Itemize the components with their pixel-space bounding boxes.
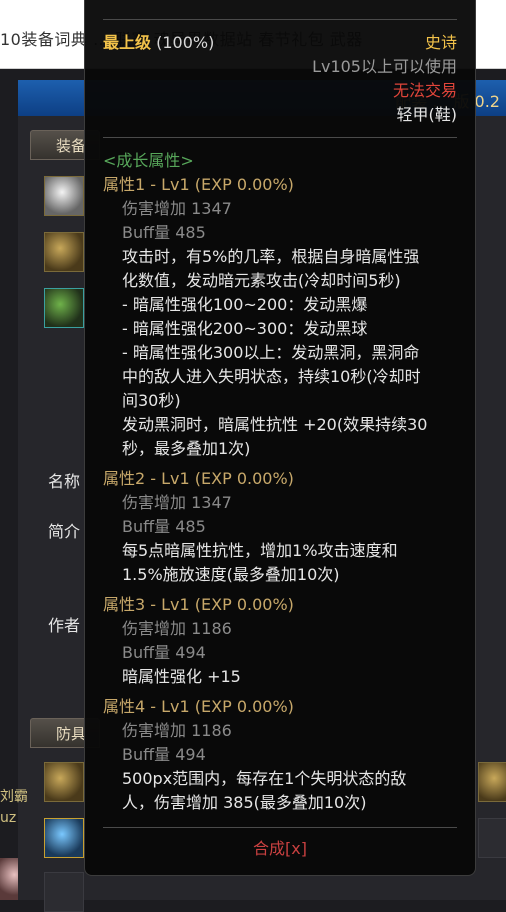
attribute-desc-line: 1.5%施放速度(最多叠加10次) bbox=[122, 565, 340, 584]
rarity-row: 最上级 (100%) 史诗 bbox=[103, 31, 457, 55]
growth-header: <成长属性> bbox=[103, 151, 194, 170]
trade-row: 无法交易 bbox=[103, 79, 457, 103]
form-label-author: 作者 bbox=[48, 616, 81, 635]
form-label-intro: 简介 bbox=[48, 522, 81, 541]
rarity-percent: (100%) bbox=[156, 33, 215, 52]
character-portrait bbox=[0, 858, 18, 900]
attribute-title: 属性4 - Lv1 (EXP 0.00%) bbox=[103, 697, 294, 716]
equip-slot-1[interactable] bbox=[44, 176, 84, 216]
armor-slot-1[interactable] bbox=[44, 762, 84, 802]
form-label-name: 名称 bbox=[48, 472, 81, 491]
attribute-buff: Buff量 485 bbox=[122, 517, 206, 536]
attribute-3: 属性3 - Lv1 (EXP 0.00%) 伤害增加 1186 Buff量 49… bbox=[103, 593, 457, 689]
slot-type: 轻甲(鞋) bbox=[396, 105, 458, 124]
attribute-damage: 伤害增加 1347 bbox=[122, 493, 232, 512]
attribute-desc-line: - 暗属性强化200~300：发动黑球 bbox=[122, 319, 368, 338]
left-fragment-1: 刘霸 bbox=[0, 789, 28, 805]
attribute-desc-line: 暗属性强化 +15 bbox=[122, 667, 241, 686]
equip-slot-2[interactable] bbox=[44, 232, 84, 272]
slot-type-row: 轻甲(鞋) bbox=[103, 103, 458, 127]
attribute-buff: Buff量 485 bbox=[122, 223, 206, 242]
item-tooltip: 最上级 (100%) 史诗 Lv105以上可以使用 无法交易 轻甲(鞋) <成长… bbox=[84, 0, 476, 876]
synthesis-link[interactable]: 合成[x] bbox=[85, 837, 475, 861]
divider bbox=[103, 137, 457, 138]
attribute-desc-line: - 暗属性强化100~200：发动黑爆 bbox=[122, 295, 368, 314]
left-fragment-2: uz bbox=[0, 810, 17, 826]
attribute-buff: Buff量 494 bbox=[122, 643, 206, 662]
attribute-title: 属性3 - Lv1 (EXP 0.00%) bbox=[103, 595, 294, 614]
attribute-desc-line: 攻击时，有5%的几率，根据自身暗属性强 bbox=[122, 247, 420, 266]
attribute-desc-line: - 暗属性强化300以上：发动黑洞，黑洞命 bbox=[122, 343, 420, 362]
attribute-desc-line: 每5点暗属性抗性，增加1%攻击速度和 bbox=[122, 541, 398, 560]
rarity-label: 史诗 bbox=[424, 33, 457, 52]
attribute-title: 属性2 - Lv1 (EXP 0.00%) bbox=[103, 469, 294, 488]
armor-slot-3[interactable] bbox=[44, 872, 84, 912]
level-row: Lv105以上可以使用 bbox=[103, 55, 457, 79]
attribute-1: 属性1 - Lv1 (EXP 0.00%) 伤害增加 1347 Buff量 48… bbox=[103, 173, 457, 461]
trade-status: 无法交易 bbox=[392, 81, 457, 100]
attribute-desc-line: 发动黑洞时，暗属性抗性 +20(效果持续30 bbox=[122, 415, 428, 434]
rarity-text: 最上级 bbox=[103, 33, 152, 52]
equip-slot-3[interactable] bbox=[44, 288, 84, 328]
attribute-damage: 伤害增加 1186 bbox=[122, 619, 232, 638]
attribute-title: 属性1 - Lv1 (EXP 0.00%) bbox=[103, 175, 294, 194]
level-requirement: Lv105以上可以使用 bbox=[312, 57, 457, 76]
attribute-desc-line: 秒，最多叠加1次) bbox=[122, 439, 251, 458]
armor-slot-2[interactable] bbox=[44, 818, 84, 858]
attribute-desc-line: 人，伤害增加 385(最多叠加10次) bbox=[122, 793, 367, 812]
attribute-desc-line: 间30秒) bbox=[122, 391, 181, 410]
attribute-desc-line: 500px范围内，每存在1个失明状态的敌 bbox=[122, 769, 407, 788]
attribute-damage: 伤害增加 1347 bbox=[122, 199, 232, 218]
divider bbox=[103, 827, 457, 828]
armor-slot-right-2[interactable] bbox=[478, 818, 506, 858]
attribute-desc-line: 中的敌人进入失明状态，持续10秒(冷却时 bbox=[122, 367, 421, 386]
attribute-damage: 伤害增加 1186 bbox=[122, 721, 232, 740]
tooltip-top-clipped bbox=[103, 0, 243, 3]
divider bbox=[103, 19, 457, 20]
attribute-buff: Buff量 494 bbox=[122, 745, 206, 764]
attribute-2: 属性2 - Lv1 (EXP 0.00%) 伤害增加 1347 Buff量 48… bbox=[103, 467, 457, 587]
attribute-desc-line: 化数值，发动暗元素攻击(冷却时间5秒) bbox=[122, 271, 401, 290]
armor-slot-right[interactable] bbox=[478, 762, 506, 802]
attribute-4: 属性4 - Lv1 (EXP 0.00%) 伤害增加 1186 Buff量 49… bbox=[103, 695, 457, 815]
